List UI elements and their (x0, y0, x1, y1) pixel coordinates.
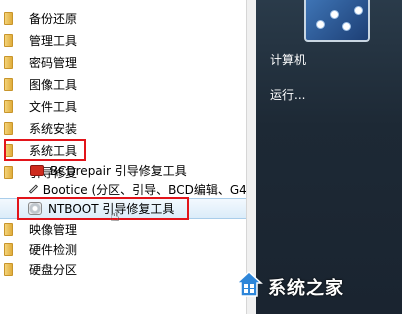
folder-label: 文件工具 (29, 99, 78, 114)
folder-item-image-tools[interactable]: 图像工具 (0, 73, 256, 95)
program-label: BCDrepair 引导修复工具 (50, 163, 187, 178)
user-picture (304, 0, 370, 42)
program-label: Bootice (分区、引导、BCD编辑、G4D (42, 182, 256, 197)
folder-icon (4, 262, 13, 276)
folder-icon (4, 242, 13, 256)
folder-label: 硬件检测 (29, 242, 78, 257)
folder-label: 系统工具 (29, 143, 78, 158)
toolbox-icon (30, 164, 44, 176)
run-link[interactable]: 运行... (270, 86, 305, 103)
folder-icon (4, 55, 13, 69)
folder-label: 映像管理 (29, 222, 78, 237)
bubble-icon (342, 22, 351, 31)
folder-icon (4, 33, 13, 47)
program-item-ntboot[interactable]: NTBOOT 引导修复工具 (0, 198, 256, 219)
folder-icon (4, 143, 13, 157)
folder-icon (4, 121, 13, 135)
bubble-icon (330, 10, 339, 19)
folder-label: 密码管理 (29, 55, 78, 70)
folder-item-management-tools[interactable]: 管理工具 (0, 29, 256, 51)
program-item-bcdrepair[interactable]: BCDrepair 引导修复工具 (0, 160, 256, 180)
folder-label: 备份还原 (29, 11, 78, 26)
bootice-icon (28, 184, 38, 194)
folder-item-backup-restore[interactable]: 备份还原 (0, 7, 256, 29)
watermark-text: 系统之家 (268, 278, 344, 299)
watermark-house-icon (235, 270, 263, 298)
folder-item-hardware-detection[interactable]: 硬件检测 (0, 238, 256, 260)
folder-item-file-tools[interactable]: 文件工具 (0, 95, 256, 117)
program-item-bootice[interactable]: Bootice (分区、引导、BCD编辑、G4D (0, 179, 256, 199)
folder-item-image-management[interactable]: 映像管理 (0, 218, 256, 240)
folder-label: 硬盘分区 (29, 262, 78, 277)
folder-icon (4, 222, 13, 236)
folder-item-password-management[interactable]: 密码管理 (0, 51, 256, 73)
folder-item-system-install[interactable]: 系统安装 (0, 117, 256, 139)
folder-label: 图像工具 (29, 77, 78, 92)
folder-label: 管理工具 (29, 33, 78, 48)
folder-item-disk-partition[interactable]: 硬盘分区 (0, 258, 256, 280)
scrollbar[interactable] (246, 0, 256, 314)
start-menu-right-panel: 计算机 运行... (256, 0, 402, 314)
folder-icon (4, 77, 13, 91)
folder-icon (4, 99, 13, 113)
folder-label: 系统安装 (29, 121, 78, 136)
folder-item-system-tools[interactable]: 系统工具 (0, 139, 256, 161)
bubble-icon (316, 20, 325, 29)
disk-icon (28, 202, 42, 215)
hand-cursor-icon: ☝ (110, 206, 120, 225)
computer-link[interactable]: 计算机 (270, 51, 306, 68)
bubble-icon (354, 6, 363, 15)
all-programs-panel: 备份还原 管理工具 密码管理 图像工具 文件工具 系统安装 系统工具 引导修复 … (0, 0, 256, 314)
folder-icon (4, 11, 13, 25)
